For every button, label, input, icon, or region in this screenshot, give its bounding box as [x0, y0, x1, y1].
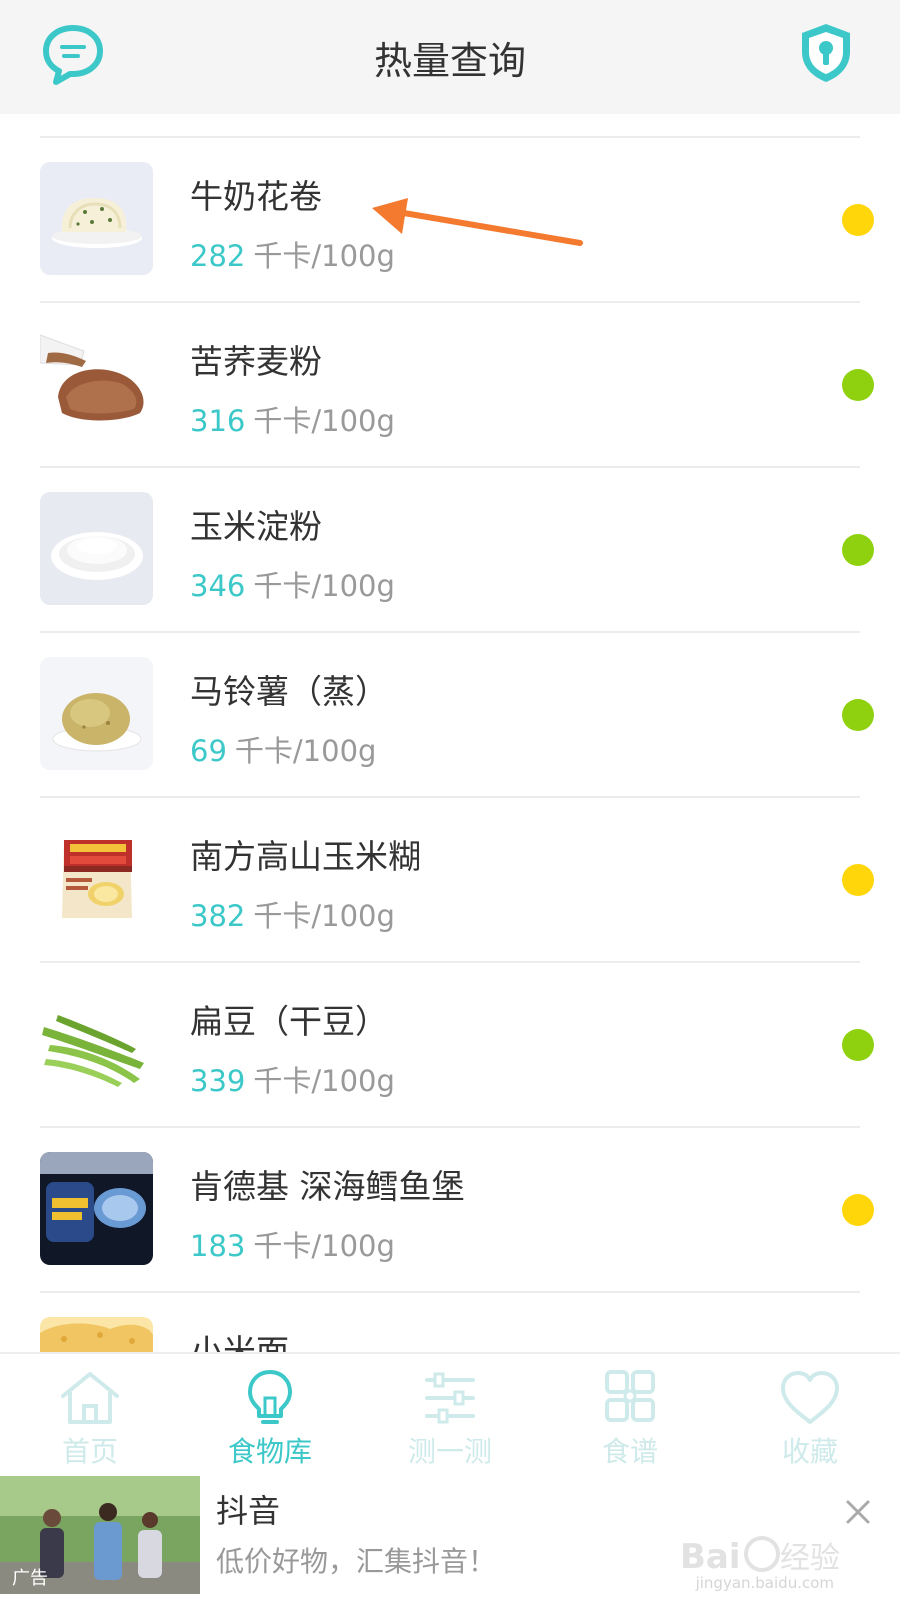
tab-test[interactable]: 测一测	[360, 1354, 540, 1478]
status-dot-yellow	[842, 204, 874, 236]
ad-title[interactable]: 抖音	[216, 1486, 280, 1532]
tab-food-library[interactable]: 食物库	[180, 1354, 360, 1478]
status-dot-yellow	[842, 864, 874, 896]
food-thumbnail-green-beans	[40, 987, 153, 1100]
food-item[interactable]: 南方高山玉米糊 382 千卡/100g	[0, 798, 900, 963]
food-calories: 382 千卡/100g	[190, 893, 395, 935]
tab-label: 收藏	[781, 1435, 838, 1468]
sliders-icon	[417, 1368, 483, 1428]
food-thumbnail-milk-bun	[40, 162, 153, 275]
bottom-tab-bar: 首页 食物库 测一测 食谱 收藏	[0, 1352, 900, 1476]
food-list[interactable]: 牛奶花卷 282 千卡/100g 苦荞麦粉 316 千卡/100g 玉米淀粉 3…	[0, 114, 900, 1352]
food-item[interactable]: 苦荞麦粉 316 千卡/100g	[0, 303, 900, 468]
food-calories: 183 千卡/100g	[190, 1223, 395, 1265]
calorie-value: 382	[190, 899, 246, 933]
grid-icon	[597, 1368, 663, 1428]
annotation-arrow-icon	[372, 198, 583, 246]
food-item[interactable]: 玉米淀粉 346 千卡/100g	[0, 468, 900, 633]
heart-icon	[777, 1368, 843, 1428]
calorie-value: 346	[190, 569, 246, 603]
status-dot-green	[842, 534, 874, 566]
svg-text:经验: 经验	[780, 1541, 840, 1576]
tab-label: 食物库	[227, 1435, 312, 1468]
food-thumbnail-buckwheat-flour	[40, 327, 153, 440]
tab-home[interactable]: 首页	[0, 1354, 180, 1478]
status-dot-green	[842, 699, 874, 731]
food-item[interactable]: 马铃薯（蒸） 69 千卡/100g	[0, 633, 900, 798]
tab-label: 测一测	[407, 1435, 492, 1468]
page-title: 热量查询	[373, 39, 526, 83]
food-thumbnail-corn-paste-bag	[40, 822, 153, 935]
tab-recipes[interactable]: 食谱	[540, 1354, 720, 1478]
food-calories: 346 千卡/100g	[190, 563, 395, 605]
top-bar: 热量查询	[0, 0, 900, 114]
food-thumbnail-fish-burger-box	[40, 1152, 153, 1265]
food-item[interactable]: 肯德基 深海鳕鱼堡 183 千卡/100g	[0, 1128, 900, 1293]
food-name: 玉米淀粉	[190, 507, 322, 546]
food-name: 肯德基 深海鳕鱼堡	[190, 1167, 465, 1206]
food-thumbnail-potato	[40, 657, 153, 770]
food-calories: 339 千卡/100g	[190, 1058, 395, 1100]
food-name: 扁豆（干豆）	[190, 1002, 388, 1041]
calorie-value: 183	[190, 1229, 246, 1263]
tab-label: 首页	[61, 1435, 118, 1468]
calorie-unit: 千卡/100g	[253, 1064, 395, 1098]
calorie-value: 316	[190, 404, 246, 438]
ad-image[interactable]: 广告	[0, 1476, 200, 1594]
watermark-url: jingyan.baidu.com	[695, 1574, 834, 1592]
food-item[interactable]: 小米面	[0, 1293, 900, 1352]
calorie-value: 69	[190, 734, 227, 768]
shield-lock-icon[interactable]	[796, 20, 856, 86]
status-dot-green	[842, 1029, 874, 1061]
food-calories: 316 千卡/100g	[190, 398, 395, 440]
status-dot-green	[842, 369, 874, 401]
food-thumbnail-millet-cake	[40, 1317, 153, 1352]
status-dot-yellow	[842, 1194, 874, 1226]
calorie-unit: 千卡/100g	[253, 1229, 395, 1263]
ad-description[interactable]: 低价好物，汇集抖音！	[216, 1540, 496, 1580]
calorie-value: 339	[190, 1064, 246, 1098]
calorie-value: 282	[190, 239, 246, 273]
food-calories: 69 千卡/100g	[190, 728, 376, 770]
food-name: 小米面	[190, 1332, 289, 1352]
ad-banner[interactable]: 广告 抖音 低价好物，汇集抖音！ Bai 经验 jingyan.baidu.co…	[0, 1476, 900, 1600]
food-name: 牛奶花卷	[190, 177, 322, 216]
food-thumbnail-corn-starch	[40, 492, 153, 605]
calorie-unit: 千卡/100g	[234, 734, 377, 768]
food-item[interactable]: 扁豆（干豆） 339 千卡/100g	[0, 963, 900, 1128]
food-name: 南方高山玉米糊	[190, 837, 421, 876]
svg-text:Bai: Bai	[680, 1537, 741, 1577]
lightbulb-icon	[237, 1368, 303, 1428]
close-icon[interactable]	[842, 1496, 874, 1528]
tab-label: 食谱	[601, 1435, 658, 1468]
tab-favorites[interactable]: 收藏	[720, 1354, 900, 1478]
food-name: 苦荞麦粉	[190, 342, 322, 381]
food-calories: 282 千卡/100g	[190, 233, 395, 275]
calorie-unit: 千卡/100g	[253, 899, 395, 933]
food-name: 马铃薯（蒸）	[190, 672, 388, 711]
calorie-unit: 千卡/100g	[253, 404, 395, 438]
calorie-unit: 千卡/100g	[253, 569, 395, 603]
ad-tag: 广告	[12, 1568, 48, 1589]
home-icon	[57, 1368, 123, 1428]
